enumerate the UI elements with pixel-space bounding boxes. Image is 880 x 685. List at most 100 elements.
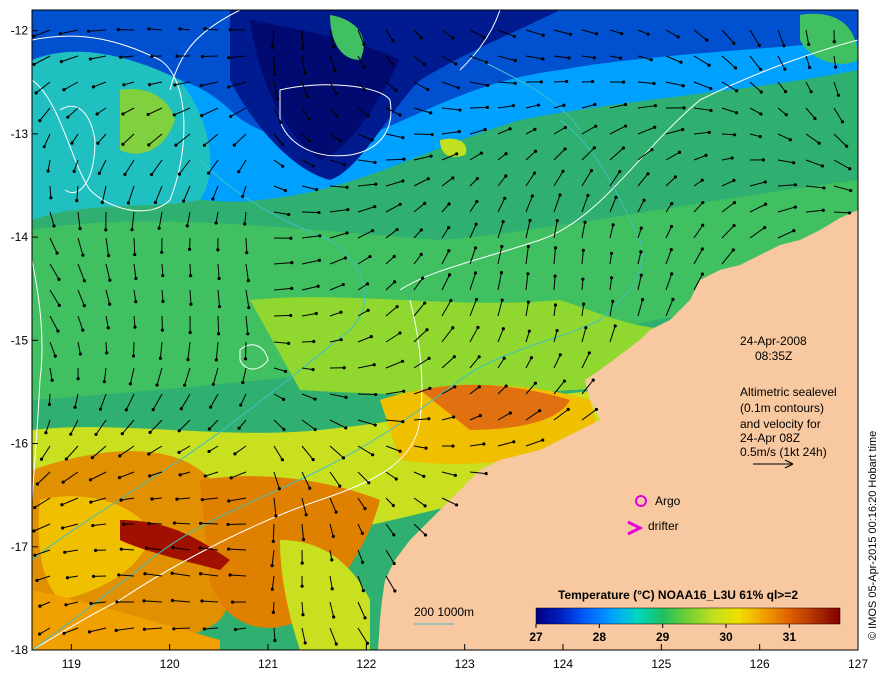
velocity-arrow-head (619, 56, 622, 59)
colorbar-tick-label: 29 (656, 630, 670, 644)
velocity-arrow-head (398, 331, 401, 334)
velocity-arrow-head (343, 366, 346, 369)
velocity-arrow-head (482, 442, 485, 445)
velocity-arrow-head (483, 128, 486, 131)
velocity-arrow-head (117, 573, 120, 576)
velocity-arrow-head (233, 452, 236, 455)
velocity-arrow-head (284, 189, 287, 192)
velocity-arrow-head (335, 642, 338, 645)
scale-label: 0.5m/s (1kt 24h) (740, 445, 827, 459)
velocity-arrow-head (227, 547, 230, 550)
velocity-arrow-head (401, 136, 404, 139)
velocity-arrow-head (287, 342, 290, 345)
velocity-arrow-head (73, 406, 76, 409)
colorbar (536, 608, 840, 624)
velocity-arrow-head (399, 203, 402, 206)
velocity-arrow-head (174, 144, 177, 147)
velocity-arrow-head (32, 529, 35, 532)
velocity-arrow-head (818, 142, 821, 145)
velocity-arrow-head (588, 351, 591, 354)
velocity-arrow-head (290, 261, 293, 264)
velocity-arrow-head (281, 143, 284, 146)
velocity-arrow-head (36, 482, 39, 485)
velocity-arrow-head (47, 169, 50, 172)
velocity-arrow (274, 56, 275, 74)
velocity-arrow (218, 316, 219, 334)
velocity-arrow-head (709, 87, 712, 90)
velocity-arrow-head (152, 408, 155, 411)
velocity-arrow-head (203, 627, 206, 630)
velocity-arrow-head (624, 124, 627, 127)
velocity-arrow-head (640, 227, 643, 230)
velocity-arrow-head (475, 200, 478, 203)
lat-tick-label: -17 (11, 540, 29, 554)
velocity-arrow (470, 107, 487, 108)
velocity-arrow-head (542, 34, 545, 37)
velocity-arrow-head (182, 199, 185, 202)
velocity-arrow-head (610, 276, 613, 279)
velocity-arrow-head (302, 538, 305, 541)
lon-tick-label: 120 (160, 657, 180, 671)
velocity-arrow-head (118, 454, 121, 457)
velocity-arrow-head (272, 540, 275, 543)
velocity-arrow-head (451, 176, 454, 179)
velocity-arrow-head (367, 309, 370, 312)
velocity-arrow-head (480, 152, 483, 155)
velocity-arrow-head (809, 90, 812, 93)
velocity-arrow-head (427, 357, 430, 360)
sst-map: -12-13-14-15-16-17-18 119120121122123124… (0, 0, 880, 680)
velocity-arrow-head (227, 499, 230, 502)
velocity-arrow-head (531, 194, 534, 197)
velocity-arrow-head (201, 498, 204, 501)
velocity-arrow-head (654, 104, 657, 107)
velocity-arrow-head (527, 301, 530, 304)
velocity-arrow-head (567, 56, 570, 59)
velocity-arrow-head (708, 131, 711, 134)
velocity-arrow-head (173, 83, 176, 86)
velocity-arrow-head (821, 164, 824, 167)
velocity-arrow-head (423, 301, 426, 304)
velocity-arrow-head (81, 254, 84, 257)
velocity-arrow-head (346, 208, 349, 211)
velocity-arrow-head (478, 355, 481, 358)
velocity-arrow-head (247, 306, 250, 309)
velocity-arrow-head (764, 180, 767, 183)
velocity-arrow-head (794, 183, 797, 186)
velocity-arrow-head (338, 484, 341, 487)
velocity-arrow-head (420, 36, 423, 39)
velocity-arrow-head (89, 602, 92, 605)
velocity-arrow-head (65, 457, 68, 460)
velocity-arrow-head (180, 407, 183, 410)
velocity-arrow-head (760, 90, 763, 93)
velocity-arrow-head (361, 532, 364, 535)
velocity-arrow-head (395, 228, 398, 231)
velocity-arrow-head (650, 148, 653, 151)
lat-tick-label: -15 (11, 333, 29, 347)
velocity-arrow-head (701, 247, 704, 250)
velocity-arrow-head (62, 632, 65, 635)
velocity-arrow-head (226, 523, 229, 526)
velocity-arrow-head (147, 143, 150, 146)
velocity-arrow-head (32, 35, 35, 38)
velocity-arrow-head (670, 225, 673, 228)
velocity-arrow-head (123, 173, 126, 176)
velocity-arrow-head (345, 186, 348, 189)
velocity-arrow-head (454, 62, 457, 65)
velocity-arrow-head (393, 562, 396, 565)
velocity-arrow-head (455, 152, 458, 155)
velocity-arrow-head (534, 150, 537, 153)
velocity-arrow-head (142, 599, 145, 602)
velocity-arrow (149, 523, 162, 524)
velocity-arrow-head (707, 64, 710, 67)
velocity-arrow-head (447, 202, 450, 205)
velocity-arrow-head (671, 298, 674, 301)
velocity-arrow-head (822, 209, 825, 212)
velocity-arrow-head (43, 145, 46, 148)
velocity-arrow-head (735, 89, 738, 92)
velocity-arrow-head (317, 211, 320, 214)
velocity-arrow-head (483, 36, 486, 39)
velocity-arrow-head (584, 326, 587, 329)
velocity-arrow-head (371, 138, 374, 141)
velocity-arrow-head (537, 103, 540, 106)
velocity-arrow-head (33, 554, 36, 557)
